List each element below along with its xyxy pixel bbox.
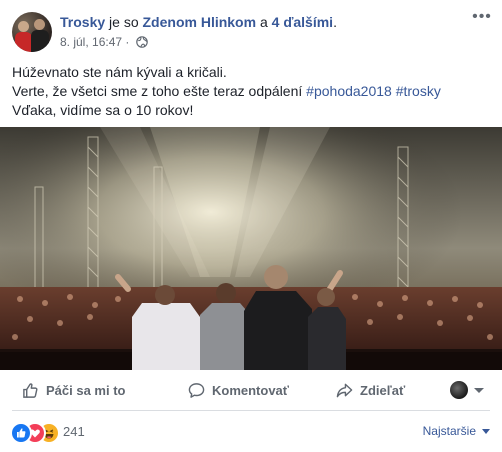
and-text: a <box>259 14 268 30</box>
post-text-line2-prefix: Verte, že všetci sme z toho ešte teraz o… <box>12 83 303 99</box>
hashtag-trosky[interactable]: #trosky <box>396 83 441 99</box>
globe-icon[interactable] <box>135 36 148 51</box>
thumbs-up-icon <box>23 382 38 398</box>
tagged-person-link[interactable]: Zdenom Hlinkom <box>143 14 257 30</box>
comment-label: Komentovať <box>212 382 290 398</box>
page-avatar[interactable] <box>12 12 52 52</box>
reaction-count[interactable]: 241 <box>63 424 85 439</box>
post-timestamp[interactable]: 8. júl, 16:47 · <box>60 35 129 49</box>
post-photo[interactable] <box>0 127 502 370</box>
sort-label: Najstaršie <box>422 424 476 438</box>
profile-avatar-icon <box>450 381 468 399</box>
share-label: Zdieľať <box>360 382 406 398</box>
post-title-line: Trosky je so Zdenom Hlinkom a 4 ďalšími. <box>60 14 337 30</box>
share-icon <box>336 383 353 397</box>
concert-photo-image <box>0 127 502 370</box>
share-button[interactable]: Zdieľať <box>336 370 405 410</box>
like-label: Páči sa mi to <box>46 382 126 398</box>
post-meta: 8. júl, 16:47 · <box>60 35 148 51</box>
chevron-down-icon <box>474 387 484 393</box>
post-actions-bar: Páči sa mi to Komentovať Zdieľať <box>12 370 490 411</box>
post-header: Trosky je so Zdenom Hlinkom a 4 ďalšími.… <box>12 9 492 52</box>
facebook-post: Trosky je so Zdenom Hlinkom a 4 ďalšími.… <box>0 0 502 452</box>
chevron-down-icon <box>482 428 490 434</box>
like-button[interactable]: Páči sa mi to <box>22 370 125 410</box>
post-as-selector[interactable] <box>450 370 484 410</box>
tagged-others-link[interactable]: 4 ďalšími <box>272 14 333 30</box>
reaction-icons[interactable] <box>10 422 62 444</box>
post-text-line3: Vďaka, vidíme sa o 10 rokov! <box>12 102 194 118</box>
post-text-line2: Verte, že všetci sme z toho ešte teraz o… <box>12 82 492 101</box>
post-text: Húževnato ste nám kývali a kričali. Vert… <box>12 63 492 120</box>
comment-icon <box>188 382 205 398</box>
more-options-icon[interactable]: ••• <box>472 9 492 28</box>
like-reaction-icon <box>10 422 32 444</box>
reactions-summary: 241 Najstaršie <box>10 421 490 444</box>
period-text: . <box>333 14 337 30</box>
hashtag-pohoda2018[interactable]: #pohoda2018 <box>306 83 392 99</box>
page-name-link[interactable]: Trosky <box>60 14 105 30</box>
with-text: je so <box>109 14 139 30</box>
comment-sort-dropdown[interactable]: Najstaršie <box>423 424 490 438</box>
comment-button[interactable]: Komentovať <box>188 370 289 410</box>
post-text-line1: Húževnato ste nám kývali a kričali. <box>12 64 227 80</box>
